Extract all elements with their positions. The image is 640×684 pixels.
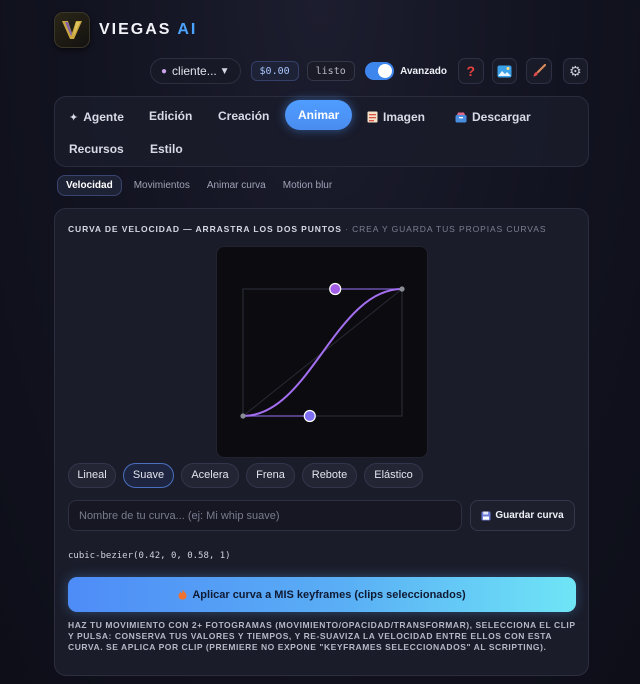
logo-mark-icon <box>62 21 82 39</box>
preset-lineal[interactable]: Lineal <box>68 462 116 488</box>
help-text: HAZ TU MOVIMIENTO CON 2+ FOTOGRAMAS (MOV… <box>68 620 576 652</box>
curve-editor[interactable] <box>216 246 428 458</box>
sub-tabs: Velocidad Movimientos Animar curva Motio… <box>57 174 349 196</box>
control-point-2[interactable] <box>329 282 342 296</box>
panel-title: CURVA DE VELOCIDAD — ARRASTRA LOS DOS PU… <box>68 224 546 234</box>
preset-frena[interactable]: Frena <box>246 462 295 488</box>
advanced-toggle-label: Avanzado <box>400 65 447 77</box>
chevron-down-icon: ▼ <box>219 65 230 77</box>
media-icon <box>497 65 512 77</box>
brand-name-text: VIEGAS <box>99 21 172 38</box>
person-icon: ● <box>161 65 168 77</box>
help-button[interactable]: ? <box>458 58 484 84</box>
subtab-motion-blur[interactable]: Motion blur <box>283 180 332 191</box>
brush-button[interactable] <box>526 58 552 84</box>
tab-label: Agente <box>83 110 124 124</box>
gear-icon: ⚙ <box>568 62 582 79</box>
settings-button[interactable]: ⚙ <box>562 58 588 84</box>
client-select[interactable]: ● cliente... ▼ <box>150 58 241 84</box>
tab-edicion[interactable]: Edición <box>149 104 192 128</box>
brand-suffix: AI <box>177 21 198 38</box>
subtab-movimientos[interactable]: Movimientos <box>134 180 190 191</box>
tab-agente[interactable]: ✦ Agente <box>69 105 124 129</box>
curve-name-input[interactable] <box>68 500 462 531</box>
tab-descargar[interactable]: Descargar <box>455 105 531 129</box>
main-tabs: ✦ Agente Edición Creación Animar Imagen … <box>54 96 589 167</box>
question-mark-icon: ? <box>466 63 476 79</box>
bezier-code: cubic-bezier(0.42, 0, 0.58, 1) <box>68 551 231 561</box>
tab-imagen[interactable]: Imagen <box>367 105 425 129</box>
sparkle-icon: ✦ <box>69 111 79 124</box>
curve-presets: Lineal Suave Acelera Frena Rebote Elásti… <box>68 462 430 488</box>
subtab-velocidad[interactable]: Velocidad <box>57 174 122 196</box>
advanced-toggle[interactable] <box>364 62 395 80</box>
tab-animar[interactable]: Animar <box>285 100 353 130</box>
logo <box>54 12 90 48</box>
tab-recursos[interactable]: Recursos <box>69 137 124 161</box>
curve-end-point <box>399 286 405 292</box>
tab-label: Edición <box>149 109 193 123</box>
tab-label: Estilo <box>150 142 183 156</box>
tab-label: Animar <box>298 108 340 122</box>
apply-curve-label: Aplicar curva a MIS keyframes (clips sel… <box>192 588 466 601</box>
toggle-knob <box>378 64 393 78</box>
client-select-value: cliente... <box>172 64 217 78</box>
bezier-graph[interactable] <box>217 247 429 459</box>
brand-name: VIEGAS AI <box>99 21 197 39</box>
download-icon <box>455 112 467 122</box>
preset-suave[interactable]: Suave <box>123 462 174 488</box>
panel-title-text: CURVA DE VELOCIDAD — ARRASTRA LOS DOS PU… <box>68 224 342 234</box>
media-button[interactable] <box>491 58 517 84</box>
brush-icon <box>533 64 546 77</box>
subtab-animar-curva[interactable]: Animar curva <box>207 180 266 191</box>
tab-label: Imagen <box>383 110 426 124</box>
floppy-icon <box>481 511 491 520</box>
top-toolbar: ● cliente... ▼ $0.00 listo Avanzado ? ⚙ <box>150 57 588 85</box>
tab-label: Descargar <box>472 110 531 124</box>
velocity-curve-panel: CURVA DE VELOCIDAD — ARRASTRA LOS DOS PU… <box>54 208 589 676</box>
tab-creacion[interactable]: Creación <box>218 104 269 128</box>
save-curve-label: Guardar curva <box>495 510 564 521</box>
curve-start-point <box>240 413 246 419</box>
app-header: VIEGAS AI <box>54 12 197 48</box>
preset-elastico[interactable]: Elástico <box>364 462 423 488</box>
preset-acelera[interactable]: Acelera <box>181 462 239 488</box>
tab-estilo[interactable]: Estilo <box>150 137 183 161</box>
tab-label: Recursos <box>69 142 124 156</box>
save-curve-button[interactable]: Guardar curva <box>470 500 575 531</box>
control-point-1[interactable] <box>303 409 316 423</box>
apply-curve-button[interactable]: Aplicar curva a MIS keyframes (clips sel… <box>68 577 576 612</box>
fire-icon <box>178 589 187 600</box>
preset-rebote[interactable]: Rebote <box>302 462 357 488</box>
status-badge: listo <box>306 61 355 81</box>
price-badge: $0.00 <box>250 61 299 81</box>
tab-label: Creación <box>218 109 270 123</box>
image-icon <box>367 111 378 123</box>
panel-title-note: · CREA Y GUARDA TUS PROPIAS CURVAS <box>345 224 547 234</box>
